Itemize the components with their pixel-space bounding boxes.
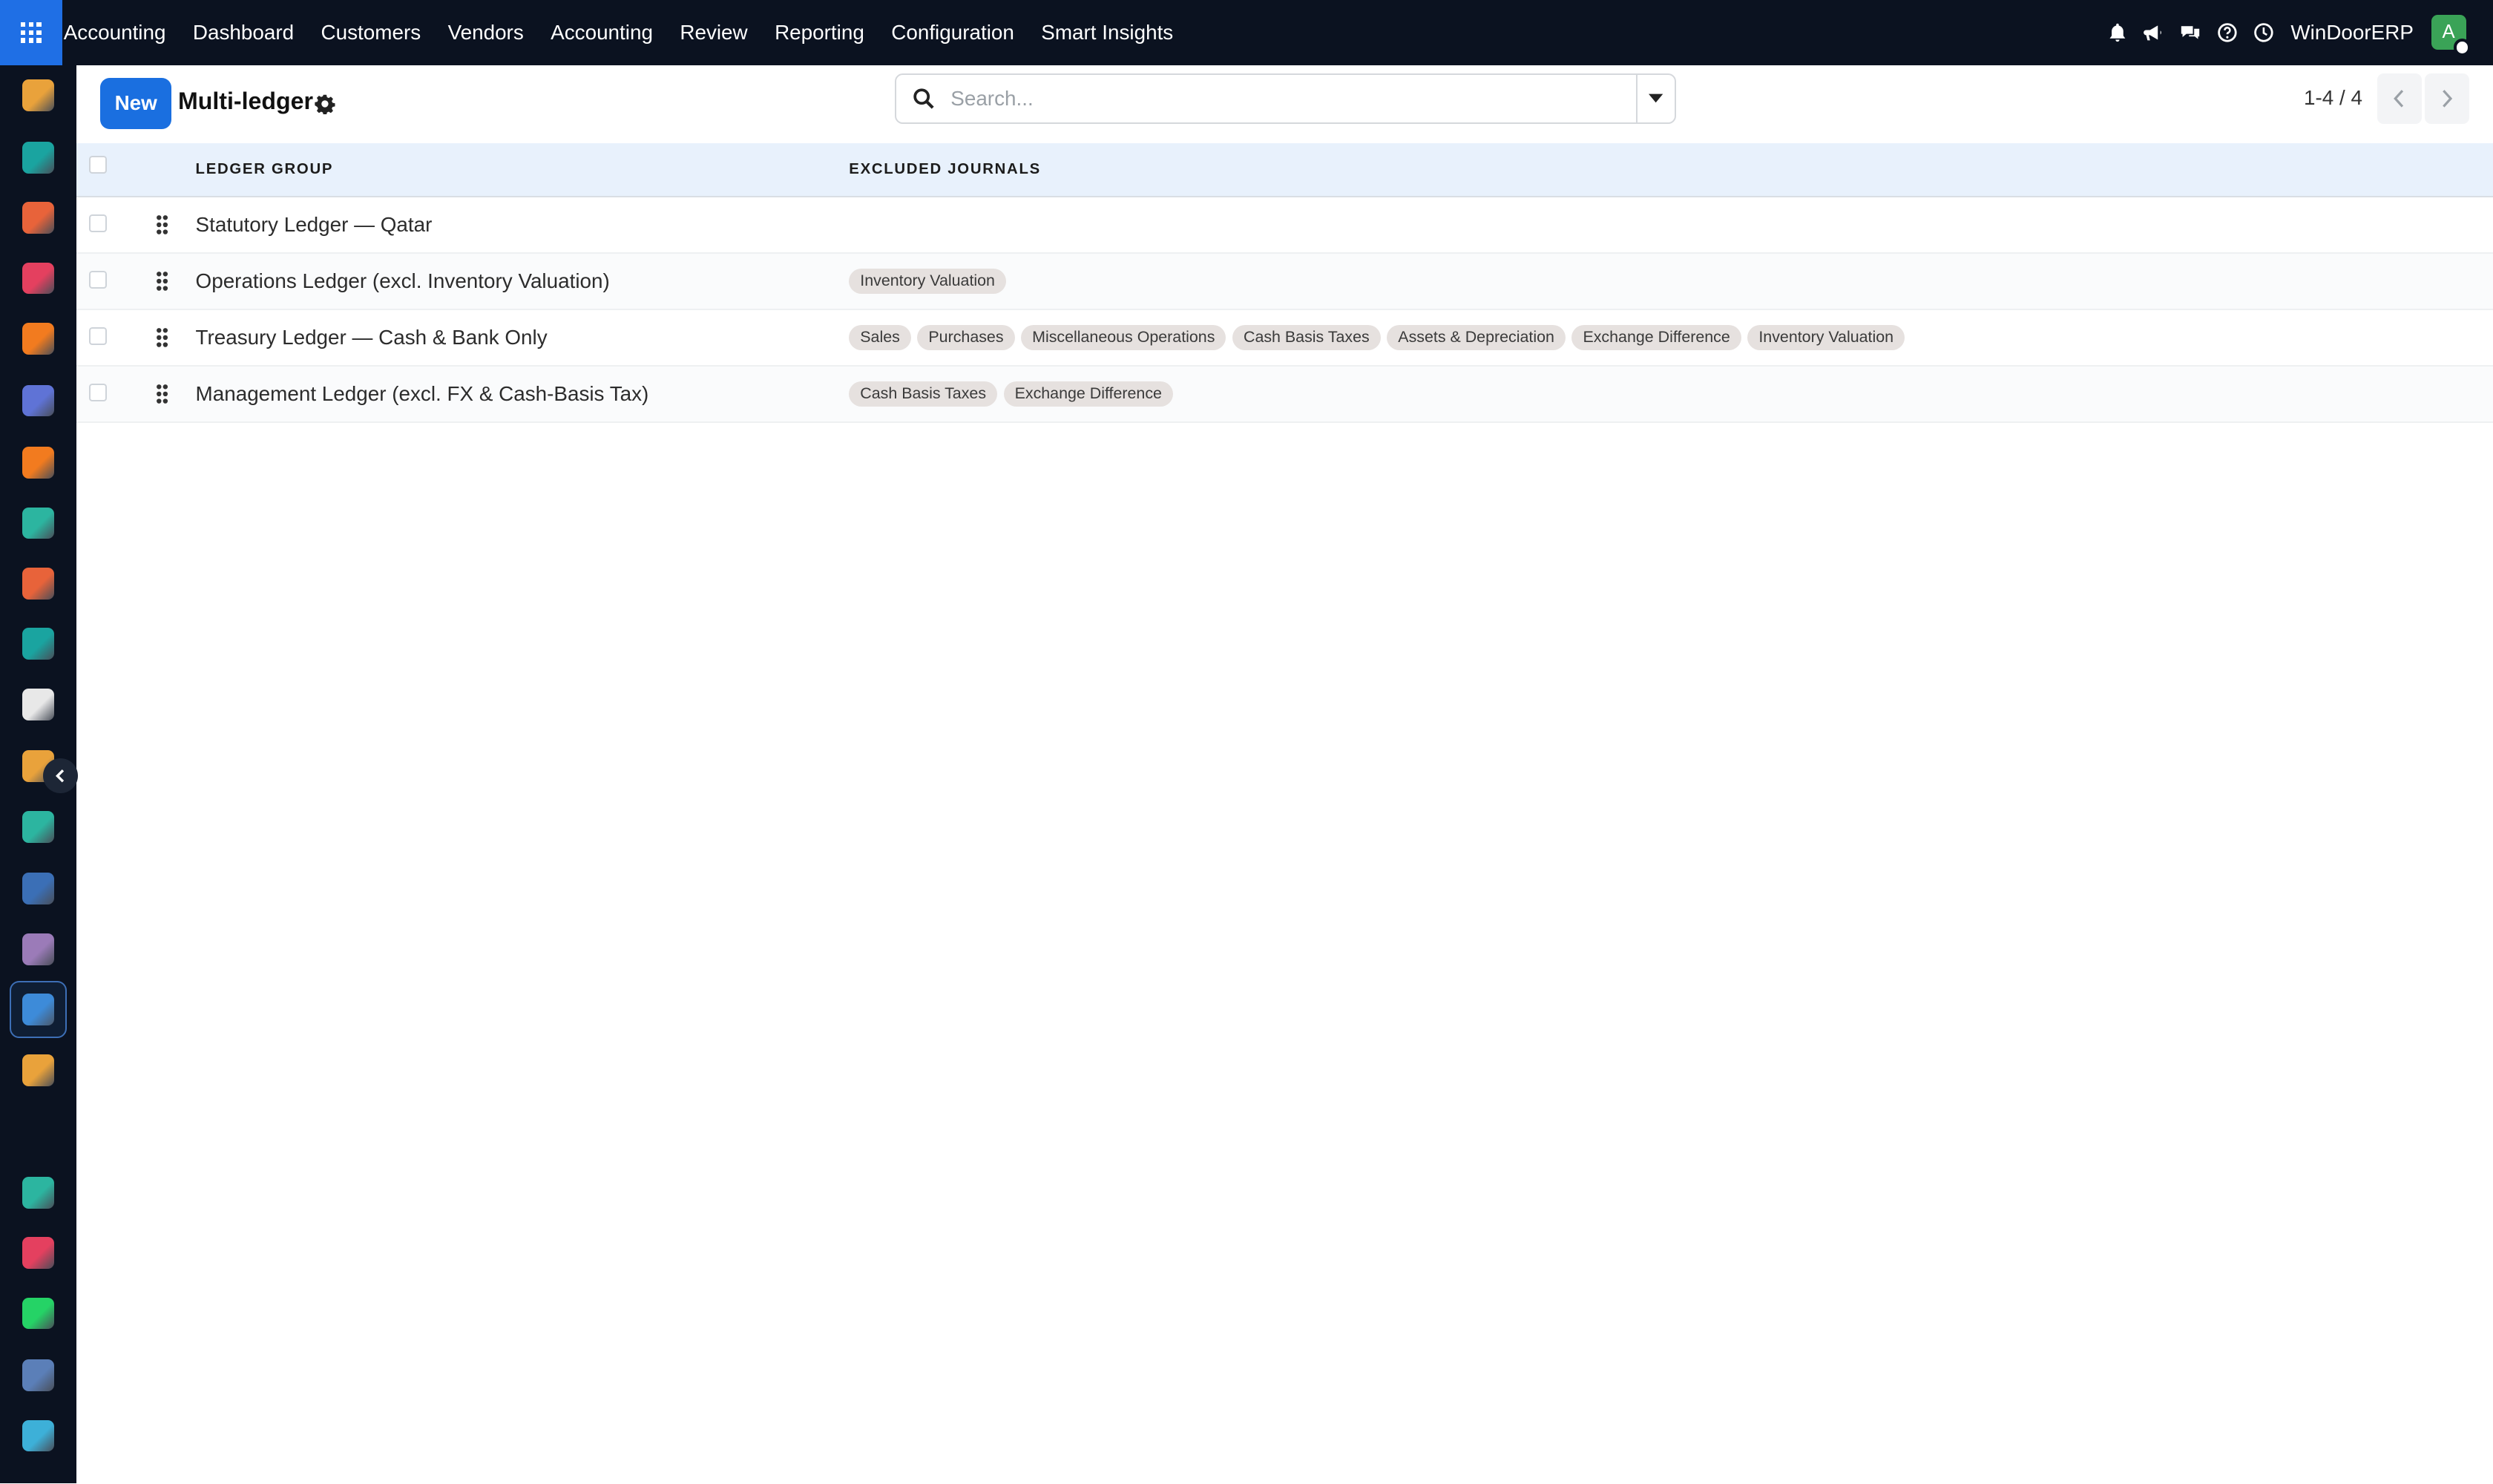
megaphone-icon[interactable] [2143,22,2165,44]
ledger-group-cell[interactable]: Operations Ledger (excl. Inventory Valua… [196,269,610,293]
app-team-icon[interactable] [22,1054,54,1086]
ledger-group-cell[interactable]: Statutory Ledger — Qatar [196,213,433,237]
drag-handle-icon[interactable] [156,271,168,292]
drag-handle-icon[interactable] [156,327,168,348]
grid-icon [20,22,42,43]
journal-tag: Inventory Valuation [1747,324,1905,350]
app-todo-icon[interactable] [22,810,54,843]
app-accounting-icon[interactable] [22,994,54,1026]
app-inventory-icon[interactable] [22,688,54,720]
user-avatar[interactable]: A [2431,15,2471,57]
menu-configuration[interactable]: Configuration [891,21,1014,45]
menu-review[interactable]: Review [680,21,747,45]
app-discuss-icon[interactable] [22,79,54,111]
select-all-checkbox[interactable] [88,156,107,174]
app-products-icon[interactable] [22,933,54,965]
app-live-chat-icon[interactable] [22,447,54,479]
list-view-table: LEDGER GROUP EXCLUDED JOURNALS Statutory… [76,142,2493,423]
drag-handle-icon[interactable] [156,214,168,235]
journal-tag: Purchases [917,324,1015,350]
app-whatsapp-icon[interactable] [22,1297,54,1330]
collapse-sidebar-button[interactable] [42,758,78,794]
top-navbar: Accounting Dashboard Customers Vendors A… [0,0,2493,65]
search-bar [895,73,1676,125]
apps-sidebar [0,65,78,1484]
column-ledger-group[interactable]: LEDGER GROUP [196,161,334,178]
status-dot [2453,39,2471,57]
table-body: Statutory Ledger — Qatar Operations Ledge… [76,197,2493,423]
company-name[interactable]: WinDoorERP [2290,21,2414,45]
journal-tag: Sales [849,324,911,350]
app-calendar-icon[interactable] [22,1116,54,1148]
app-notes-icon[interactable] [22,1176,54,1209]
control-panel: New Multi-ledger 1-4 / 4 [76,65,2493,143]
app-dashboard-icon[interactable] [22,262,54,295]
table-row[interactable]: Operations Ledger (excl. Inventory Valua… [76,253,2493,310]
drag-handle-icon[interactable] [156,384,168,404]
excluded-journals-cell: Sales Purchases Miscellaneous Operations Ca… [849,324,1905,350]
pager-value[interactable]: 1-4 / 4 [2304,86,2362,110]
app-mail-icon[interactable] [22,384,54,417]
app-timesheet-icon[interactable] [22,1359,54,1391]
app-crm-icon[interactable] [22,322,54,355]
table-header: LEDGER GROUP EXCLUDED JOURNALS [76,142,2493,197]
app-root: Accounting Dashboard Customers Vendors A… [0,0,2493,1484]
systray: WinDoorERP A [2092,0,2493,65]
app-dashboards-icon[interactable] [22,1237,54,1269]
caret-down-icon [1649,94,1663,103]
new-button[interactable]: New [99,77,172,129]
page-title: Multi-ledger [177,87,314,114]
app-employees-icon[interactable] [22,628,54,660]
menu-reporting[interactable]: Reporting [775,21,864,45]
journal-tag: Exchange Difference [1571,324,1741,350]
row-checkbox[interactable] [88,384,107,402]
menu-dashboard[interactable]: Dashboard [193,21,294,45]
column-excluded-journals[interactable]: EXCLUDED JOURNALS [849,161,1041,178]
search-input[interactable] [950,86,1637,111]
journal-tag: Cash Basis Taxes [849,381,998,407]
journal-tag: Exchange Difference [1003,381,1173,407]
excluded-journals-cell: Cash Basis Taxes Exchange Difference [849,381,1173,407]
bell-icon[interactable] [2106,22,2129,44]
chevron-left-icon [55,769,64,783]
menu-accounting[interactable]: Accounting [551,21,653,45]
app-reporting-icon[interactable] [22,202,54,234]
journal-tag: Inventory Valuation [849,268,1006,294]
table-row[interactable]: Treasury Ledger — Cash & Bank Only Sales P… [76,310,2493,367]
chevron-left-icon [2394,90,2404,108]
clock-icon[interactable] [2253,22,2275,44]
search-options-toggle[interactable] [1636,74,1674,122]
pager-previous-button[interactable] [2377,73,2422,125]
menu-customers[interactable]: Customers [321,21,421,45]
journal-tag: Cash Basis Taxes [1232,324,1381,350]
pager-next-button[interactable] [2424,73,2469,125]
excluded-journals-cell: Inventory Valuation [849,268,1006,294]
top-menu: Accounting Dashboard Customers Vendors A… [62,0,1200,65]
gear-icon[interactable] [315,92,335,116]
search-icon[interactable] [896,88,950,110]
row-checkbox[interactable] [88,271,107,289]
table-row[interactable]: Statutory Ledger — Qatar [76,197,2493,254]
app-contacts-icon[interactable] [22,141,54,174]
journal-tag: Miscellaneous Operations [1021,324,1226,350]
app-spreadsheet-icon[interactable] [22,568,54,600]
app-website-icon[interactable] [22,1419,54,1452]
help-icon[interactable] [2216,22,2239,44]
table-row[interactable]: Management Ledger (excl. FX & Cash-Basis… [76,366,2493,423]
journal-tag: Assets & Depreciation [1387,324,1566,350]
app-knowledge-icon[interactable] [22,873,54,905]
ledger-group-cell[interactable]: Treasury Ledger — Cash & Bank Only [196,326,548,349]
menu-vendors[interactable]: Vendors [448,21,524,45]
app-menu-button[interactable] [0,0,62,65]
app-name[interactable]: Accounting [64,21,166,45]
row-checkbox[interactable] [88,327,107,345]
chat-icon[interactable] [2179,22,2201,44]
menu-smart-insights[interactable]: Smart Insights [1041,21,1173,45]
row-checkbox[interactable] [88,214,107,232]
avatar-initial: A [2442,22,2455,43]
ledger-group-cell[interactable]: Management Ledger (excl. FX & Cash-Basis… [196,382,649,406]
chevron-right-icon [2443,90,2453,108]
app-sign-icon[interactable] [22,507,54,539]
